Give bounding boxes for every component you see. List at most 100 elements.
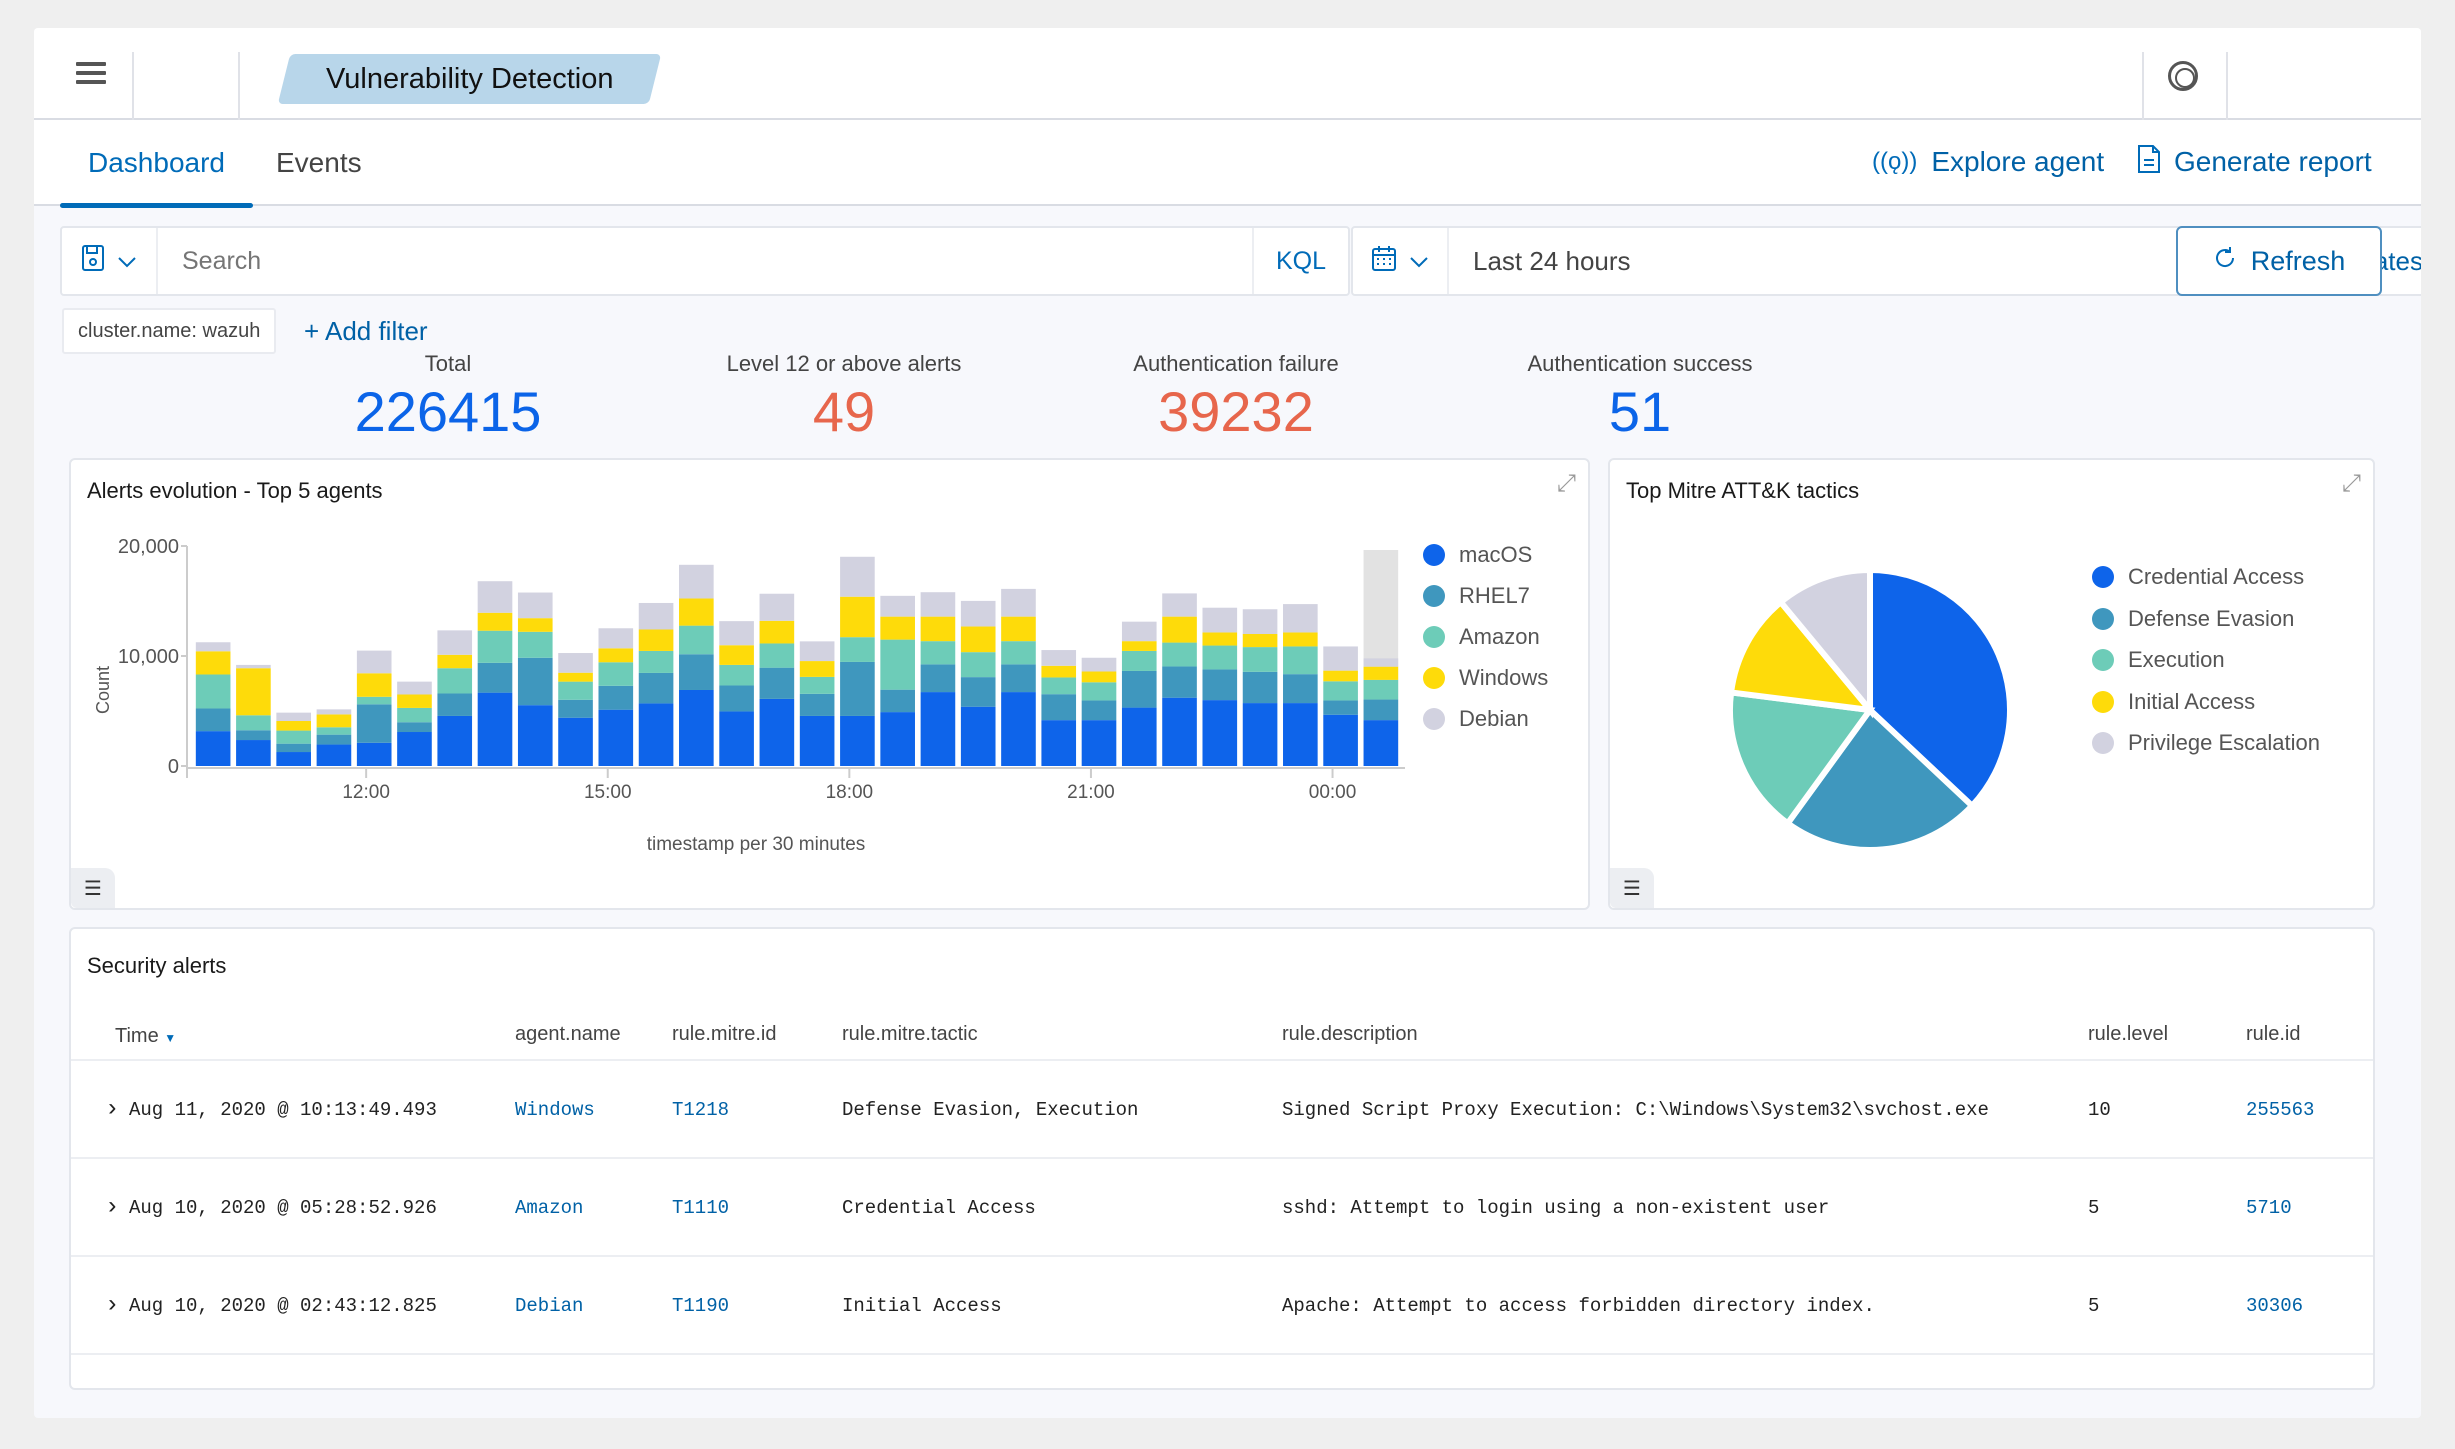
bar-segment-windows[interactable] [1323,670,1358,682]
bar-segment-rhel7[interactable] [437,693,473,716]
cell-rule-id[interactable]: 5710 [2246,1159,2292,1257]
breadcrumb[interactable]: Vulnerability Detection [277,54,662,104]
legend-item[interactable]: Initial Access [2092,689,2255,715]
bar-segment-rhel7[interactable] [960,677,996,707]
cell-agent[interactable]: Amazon [515,1159,583,1257]
bar-segment-debian[interactable] [316,709,352,715]
bar-segment-macos[interactable] [799,715,835,766]
bar-segment-windows[interactable] [638,629,674,651]
bar-segment-rhel7[interactable] [759,667,795,699]
cell-agent[interactable]: Debian [515,1257,583,1355]
bar-segment-macos[interactable] [1081,720,1117,766]
bar-segment-macos[interactable] [437,715,473,766]
bar-segment-debian[interactable] [1202,607,1238,633]
bar-segment-rhel7[interactable] [1001,664,1036,693]
bar-segment-rhel7[interactable] [1162,666,1197,698]
bar-segment-windows[interactable] [1202,632,1238,646]
stat-value[interactable]: 49 [634,380,1054,444]
bar-segment-rhel7[interactable] [195,708,231,732]
legend-item[interactable]: Windows [1423,665,1548,691]
bar-segment-amazon[interactable] [356,696,392,705]
bar-segment-debian[interactable] [195,642,231,652]
bar-segment-macos[interactable] [1001,692,1036,766]
bar-segment-amazon[interactable] [960,652,996,678]
bar-segment-amazon[interactable] [1323,681,1358,701]
bar-segment-macos[interactable] [236,740,271,766]
bar-segment-windows[interactable] [799,661,835,677]
bar-segment-rhel7[interactable] [638,672,674,704]
saved-query-menu-button[interactable] [62,228,158,294]
bar-segment-rhel7[interactable] [397,722,432,733]
bar-segment-amazon[interactable] [1363,679,1399,700]
bar-segment-macos[interactable] [719,711,754,766]
bar-segment-windows[interactable] [1242,634,1278,648]
bar-segment-debian[interactable] [1121,621,1157,642]
bar-segment-amazon[interactable] [598,662,634,686]
bar-segment-amazon[interactable] [517,631,553,658]
stat-value[interactable]: 39232 [1026,380,1446,444]
expand-row-chevron-icon[interactable]: › [105,1159,119,1257]
column-header-mitre-id[interactable]: rule.mitre.id [672,1023,776,1046]
bar-segment-debian[interactable] [1283,604,1318,633]
bar-segment-windows[interactable] [558,672,593,682]
bar-segment-windows[interactable] [1081,671,1117,683]
bar-segment-macos[interactable] [1162,697,1197,766]
legend-item[interactable]: macOS [1423,542,1532,568]
column-header-agent[interactable]: agent.name [515,1023,621,1046]
bar-segment-amazon[interactable] [638,650,674,673]
refresh-button[interactable]: Refresh [2176,226,2382,296]
bar-segment-debian[interactable] [840,556,875,597]
tab-dashboard[interactable]: Dashboard [60,120,253,208]
bar-segment-debian[interactable] [719,621,754,646]
bar-segment-macos[interactable] [397,732,432,766]
bar-segment-rhel7[interactable] [1041,694,1077,721]
bar-segment-debian[interactable] [558,653,593,673]
bar-segment-debian[interactable] [477,581,513,613]
bar-segment-windows[interactable] [236,668,271,716]
bar-segment-debian[interactable] [920,592,956,617]
bar-segment-rhel7[interactable] [719,685,754,712]
bar-segment-macos[interactable] [679,689,714,766]
column-header-level[interactable]: rule.level [2088,1023,2168,1046]
bar-segment-windows[interactable] [759,620,795,644]
bar-segment-rhel7[interactable] [840,661,875,716]
bar-segment-macos[interactable] [558,717,593,766]
cell-rule-id[interactable]: 30306 [2246,1257,2303,1355]
bar-segment-amazon[interactable] [1202,645,1238,670]
cell-mitre-id[interactable]: T1190 [672,1257,729,1355]
bar-segment-windows[interactable] [1041,665,1077,678]
kql-toggle[interactable]: KQL [1252,228,1348,294]
bar-segment-macos[interactable] [1363,720,1399,766]
bar-segment-rhel7[interactable] [558,699,593,718]
bar-segment-amazon[interactable] [799,676,835,694]
tab-events[interactable]: Events [276,120,362,206]
bar-segment-rhel7[interactable] [679,654,714,690]
bar-segment-amazon[interactable] [236,715,271,731]
hamburger-icon[interactable] [76,62,106,84]
bar-segment-debian[interactable] [1242,609,1278,634]
bar-segment-rhel7[interactable] [799,693,835,716]
bar-segment-macos[interactable] [920,692,956,766]
bar-segment-debian[interactable] [880,595,915,617]
bar-segment-debian[interactable] [679,564,714,599]
legend-item[interactable]: Amazon [1423,624,1540,650]
bar-segment-macos[interactable] [356,742,392,766]
bar-segment-debian[interactable] [960,600,996,627]
bar-segment-macos[interactable] [840,715,875,766]
bar-segment-windows[interactable] [1283,632,1318,647]
bar-segment-macos[interactable] [1323,714,1358,766]
bar-segment-windows[interactable] [397,694,432,708]
bar-segment-debian[interactable] [276,712,311,722]
cell-rule-id[interactable]: 255563 [2246,1061,2314,1159]
bar-segment-rhel7[interactable] [598,685,634,710]
bar-segment-windows[interactable] [598,648,634,663]
bar-segment-windows[interactable] [920,616,956,642]
bar-segment-rhel7[interactable] [880,689,915,713]
expand-row-chevron-icon[interactable]: › [105,1061,119,1159]
expand-icon[interactable]: ⤢ [2342,470,2361,498]
column-header-description[interactable]: rule.description [1282,1023,1418,1046]
bar-segment-amazon[interactable] [316,727,352,735]
table-row[interactable]: › Aug 10, 2020 @ 05:28:52.926 Amazon T1110 C… [71,1157,2373,1255]
bar-segment-macos[interactable] [880,712,915,766]
bar-segment-windows[interactable] [880,616,915,640]
